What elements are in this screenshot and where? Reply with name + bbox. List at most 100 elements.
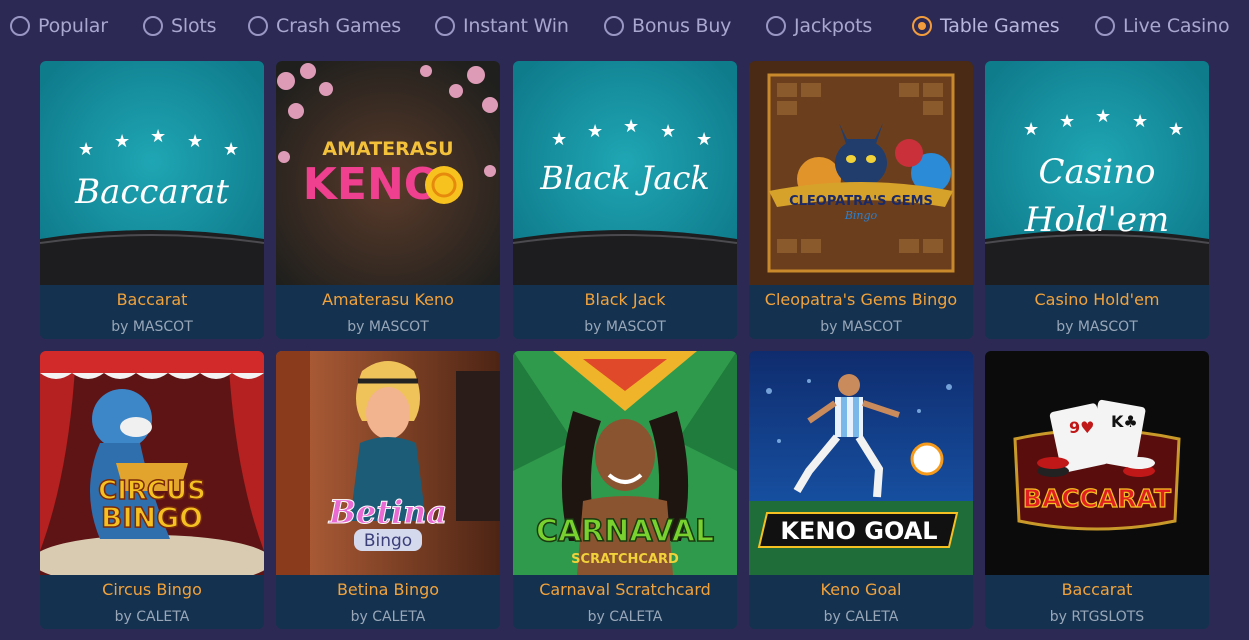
radio-icon — [1095, 16, 1115, 36]
game-name: Amaterasu Keno — [322, 290, 454, 309]
radio-icon — [10, 16, 30, 36]
category-tabs: Popular Slots Crash Games Instant Win Bo… — [0, 0, 1249, 52]
art-title: KENO GOAL — [780, 517, 937, 545]
game-thumbnail: ★ ★ ★ ★ ★ Black Jack — [513, 61, 737, 285]
game-thumbnail: AMATERASU KENO — [276, 61, 500, 285]
game-name: Baccarat — [1061, 580, 1133, 599]
game-thumbnail: Betina Bingo — [276, 351, 500, 575]
art-title: KENO — [303, 159, 441, 210]
game-name: Betina Bingo — [336, 580, 440, 599]
art-title: BACCARAT — [1023, 484, 1171, 513]
game-thumbnail: ★ ★ ★ ★ ★ Baccarat — [40, 61, 264, 285]
art-title: Bingo — [364, 531, 412, 551]
game-provider: by CALETA — [114, 609, 190, 625]
game-card[interactable]: ★ ★ ★ ★ ★ Black Jack Black Jack by MASCOT — [513, 61, 737, 339]
game-card[interactable]: AMATERASU KENO Amaterasu Keno by MASCOT — [276, 61, 500, 339]
tab-crash-games[interactable]: Crash Games — [248, 11, 401, 41]
art-title: Casino — [1039, 152, 1156, 192]
svg-text:K♣: K♣ — [1111, 412, 1138, 431]
radio-icon — [435, 16, 455, 36]
tab-table-games[interactable]: Table Games — [912, 11, 1060, 41]
tab-label: Jackpots — [794, 15, 873, 37]
tab-label: Slots — [171, 15, 217, 37]
art-title: Hold'em — [1024, 200, 1169, 240]
tab-live-casino[interactable]: Live Casino — [1095, 11, 1230, 41]
tab-label: Table Games — [940, 15, 1060, 37]
game-provider: by CALETA — [587, 609, 663, 625]
game-provider: by MASCOT — [584, 319, 666, 335]
game-card[interactable]: Betina Bingo Betina Bingo by CALETA — [276, 351, 500, 629]
game-info: Amaterasu Keno by MASCOT — [276, 285, 500, 339]
svg-text:★: ★ — [78, 139, 94, 160]
game-provider: by MASCOT — [820, 319, 902, 335]
svg-text:★: ★ — [187, 131, 203, 152]
art-title: BINGO — [101, 501, 203, 534]
game-info: Keno Goal by CALETA — [749, 575, 973, 629]
game-info: Betina Bingo by CALETA — [276, 575, 500, 629]
svg-text:★: ★ — [223, 139, 239, 160]
tab-slots[interactable]: Slots — [143, 11, 217, 41]
game-card[interactable]: CARNAVAL SCRATCHCARD Carnaval Scratchcar… — [513, 351, 737, 629]
svg-text:★: ★ — [660, 121, 676, 142]
tab-jackpots[interactable]: Jackpots — [766, 11, 872, 41]
game-card[interactable]: KENO GOAL Keno Goal by CALETA — [749, 351, 973, 629]
game-card[interactable]: ★ ★ ★ ★ ★ Casino Hold'em Casino Hold'em by M… — [985, 61, 1209, 339]
radio-icon — [604, 16, 624, 36]
art-title: AMATERASU — [322, 138, 453, 160]
art-title: CLEOPATRA'S GEMS — [789, 194, 933, 209]
tab-label: Popular — [38, 15, 108, 37]
svg-text:★: ★ — [696, 129, 712, 150]
game-card[interactable]: CLEOPATRA'S GEMS Bingo Cleopatra's Gems … — [749, 61, 973, 339]
game-info: Baccarat by MASCOT — [40, 285, 264, 339]
svg-text:★: ★ — [1023, 119, 1039, 140]
radio-icon — [248, 16, 268, 36]
game-thumbnail: 9♥ K♣ BACCARAT — [985, 351, 1209, 575]
svg-text:★: ★ — [623, 116, 639, 137]
tab-popular[interactable]: Popular — [10, 11, 108, 41]
tab-instant-win[interactable]: Instant Win — [435, 11, 569, 41]
game-name: Circus Bingo — [102, 580, 202, 599]
game-thumbnail: CIRCUS BINGO — [40, 351, 264, 575]
svg-text:★: ★ — [1059, 111, 1075, 132]
radio-selected-icon — [912, 16, 932, 36]
game-name: Carnaval Scratchcard — [539, 580, 711, 599]
game-card[interactable]: CIRCUS BINGO Circus Bingo by CALETA — [40, 351, 264, 629]
svg-text:★: ★ — [587, 121, 603, 142]
game-name: Keno Goal — [820, 580, 902, 599]
tab-bonus-buy[interactable]: Bonus Buy — [604, 11, 731, 41]
game-info: Cleopatra's Gems Bingo by MASCOT — [749, 285, 973, 339]
game-name: Black Jack — [584, 290, 666, 309]
game-info: Black Jack by MASCOT — [513, 285, 737, 339]
tab-label: Instant Win — [463, 15, 569, 37]
art-title: Baccarat — [74, 172, 229, 212]
svg-text:★: ★ — [1132, 111, 1148, 132]
game-name: Cleopatra's Gems Bingo — [764, 290, 958, 309]
svg-text:★: ★ — [150, 126, 166, 147]
radio-icon — [766, 16, 786, 36]
game-thumbnail: CLEOPATRA'S GEMS Bingo — [749, 61, 973, 285]
game-provider: by MASCOT — [347, 319, 429, 335]
game-name: Baccarat — [116, 290, 188, 309]
game-provider: by CALETA — [823, 609, 899, 625]
art-title: SCRATCHCARD — [571, 552, 679, 567]
svg-text:★: ★ — [1168, 119, 1184, 140]
tab-label: Bonus Buy — [632, 15, 732, 37]
art-title: CARNAVAL — [536, 514, 714, 549]
svg-text:9♥: 9♥ — [1069, 418, 1094, 437]
game-card[interactable]: ★ ★ ★ ★ ★ Baccarat Baccarat by MASCOT — [40, 61, 264, 339]
svg-text:★: ★ — [551, 129, 567, 150]
tab-label: Crash Games — [276, 15, 401, 37]
game-provider: by RTGSLOTS — [1049, 609, 1145, 625]
game-provider: by MASCOT — [111, 319, 193, 335]
art-title: Bingo — [844, 209, 878, 222]
game-card[interactable]: 9♥ K♣ BACCARAT Baccarat by RTGSLOTS — [985, 351, 1209, 629]
game-info: Circus Bingo by CALETA — [40, 575, 264, 629]
game-thumbnail: CARNAVAL SCRATCHCARD — [513, 351, 737, 575]
svg-text:★: ★ — [114, 131, 130, 152]
art-title: Black Jack — [539, 159, 710, 197]
game-provider: by CALETA — [350, 609, 426, 625]
art-title: Betina — [328, 493, 447, 531]
game-thumbnail: ★ ★ ★ ★ ★ Casino Hold'em — [985, 61, 1209, 285]
game-thumbnail: KENO GOAL — [749, 351, 973, 575]
tab-label: Live Casino — [1123, 15, 1230, 37]
